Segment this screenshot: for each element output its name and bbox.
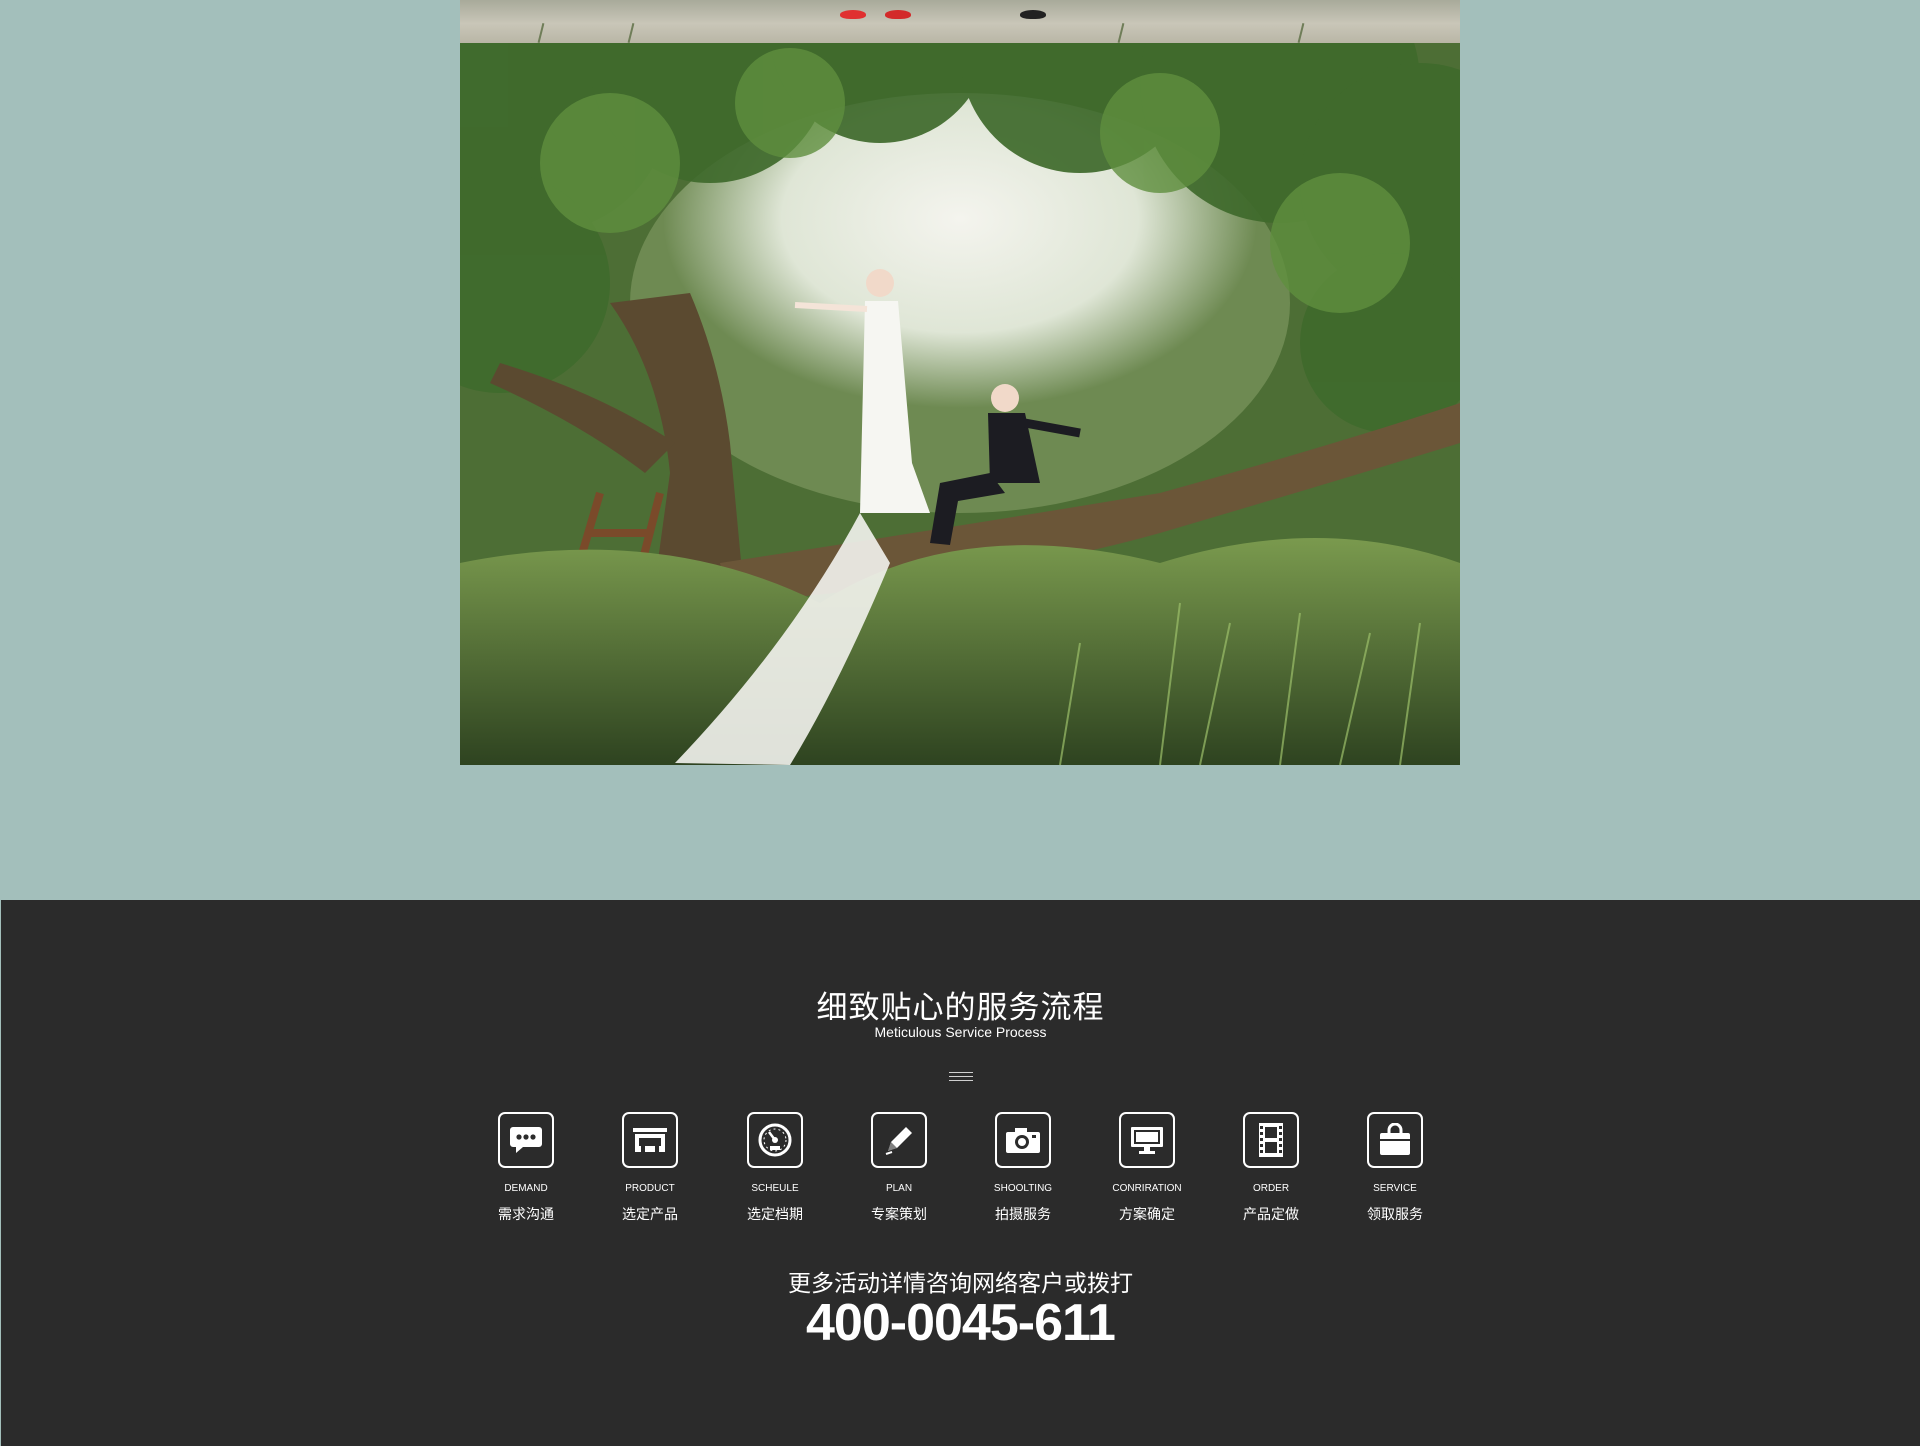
grass-blade (537, 23, 545, 43)
step-en-label: SCHEULE (751, 1183, 799, 1194)
step-en-label: SHOOLTING (993, 1183, 1053, 1194)
step-en-label: ORDER (1252, 1183, 1290, 1194)
section-title: 细致贴心的服务流程 (816, 990, 1105, 1026)
film-strip-icon (1243, 1112, 1299, 1168)
step-cn-label: 拍摄服务 (995, 1207, 1051, 1223)
service-process-section: 细致贴心的服务流程 Meticulous Service Process DEM… (1, 900, 1920, 1446)
shopping-bag-icon (1367, 1112, 1423, 1168)
step-confirmation: CONRIRATION 方案确定 (1097, 1112, 1197, 1224)
step-cn-label: 领取服务 (1367, 1207, 1423, 1223)
step-cn-label: 方案确定 (1119, 1207, 1175, 1223)
grass-blade (1297, 23, 1305, 43)
step-schedule: SCHEULE 选定档期 (725, 1112, 825, 1224)
step-cn-label: 选定档期 (747, 1207, 803, 1223)
step-cn-label: 产品定做 (1243, 1207, 1299, 1223)
step-en-label: PLAN (885, 1183, 913, 1194)
step-en-label: DEMAND (504, 1183, 548, 1194)
phone-number[interactable]: 400-0045-611 (1, 1293, 1920, 1353)
step-cn-label: 选定产品 (622, 1207, 678, 1223)
product-stack-icon (622, 1112, 678, 1168)
speedometer-icon (747, 1112, 803, 1168)
step-en-label: CONRIRATION (1112, 1183, 1182, 1194)
monitor-icon (1119, 1112, 1175, 1168)
step-cn-label: 专案策划 (871, 1207, 927, 1223)
section-divider (949, 1072, 973, 1084)
red-shoe (885, 10, 911, 19)
step-demand: DEMAND 需求沟通 (476, 1112, 576, 1224)
wedding-photo-top-strip (460, 0, 1460, 43)
step-cn-label: 需求沟通 (498, 1207, 554, 1223)
section-subtitle: Meticulous Service Process (874, 1024, 1047, 1040)
step-en-label: SERVICE (1373, 1183, 1417, 1194)
step-en-label: PRODUCT (625, 1183, 675, 1194)
grass-blade (627, 23, 635, 43)
step-order: ORDER 产品定做 (1221, 1112, 1321, 1224)
wedding-photo-illustration (460, 43, 1460, 765)
red-shoe (840, 10, 866, 19)
black-shoe (1020, 10, 1046, 19)
camera-icon (995, 1112, 1051, 1168)
wedding-photo (460, 43, 1460, 765)
step-plan: PLAN 专案策划 (849, 1112, 949, 1224)
service-steps: DEMAND 需求沟通 PRODUCT 选定产品 SCHEULE 选定档期 PL… (1, 1112, 1920, 1232)
step-service: SERVICE 领取服务 (1345, 1112, 1445, 1224)
pencil-icon (871, 1112, 927, 1168)
step-shooting: SHOOLTING 拍摄服务 (973, 1112, 1073, 1224)
step-product: PRODUCT 选定产品 (600, 1112, 700, 1224)
speech-bubble-icon (498, 1112, 554, 1168)
grass-blade (1117, 23, 1125, 43)
